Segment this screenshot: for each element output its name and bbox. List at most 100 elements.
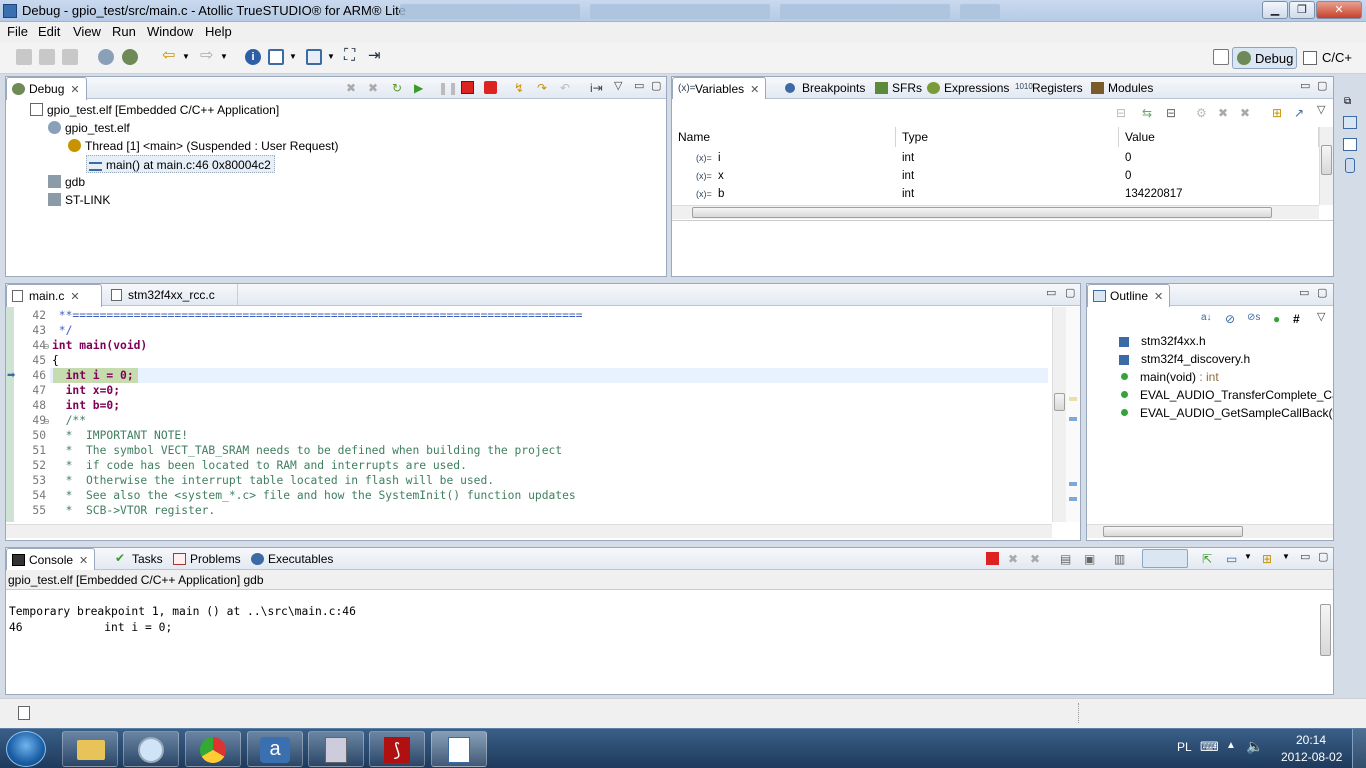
print-icon[interactable] xyxy=(62,49,78,65)
collapse-icon[interactable]: ⊟ xyxy=(1116,106,1129,120)
tree-item-gdb[interactable]: gdb xyxy=(48,173,85,191)
close-icon[interactable]: ✕ xyxy=(70,291,79,303)
tab-variables[interactable]: (x)= Variables ✕ xyxy=(672,77,767,100)
hide-defines-icon[interactable]: # xyxy=(1293,312,1306,326)
scroll-thumb[interactable] xyxy=(1103,526,1243,537)
variables-hscroll[interactable] xyxy=(672,205,1319,219)
tab-outline[interactable]: Outline ✕ xyxy=(1087,284,1171,307)
fold-icon[interactable]: ⊖ xyxy=(43,417,50,426)
outline-item[interactable]: stm32f4_discovery.h xyxy=(1119,350,1250,368)
resume-icon[interactable]: ▶ xyxy=(414,81,427,95)
tab-breakpoints[interactable]: Breakpoints xyxy=(780,77,871,99)
taskbar-explorer[interactable] xyxy=(62,731,118,767)
tab-sfrs[interactable]: SFRs xyxy=(870,77,928,99)
maximize-view-icon[interactable]: ▢ xyxy=(1317,286,1327,299)
clock-time[interactable]: 20:14 xyxy=(1296,733,1326,747)
detail-hscroll[interactable] xyxy=(672,262,1319,276)
tab-main-c[interactable]: main.c ✕ xyxy=(6,284,102,307)
table-icon[interactable] xyxy=(306,49,322,65)
show-console-toggle[interactable] xyxy=(1142,549,1188,568)
keyboard-icon[interactable]: ⌨ xyxy=(1200,739,1219,755)
overview-marker[interactable] xyxy=(1069,417,1077,421)
console-vscroll[interactable] xyxy=(1319,590,1333,678)
close-icon[interactable]: ✕ xyxy=(70,84,79,96)
editor-hscroll[interactable] xyxy=(6,524,1052,538)
tab-debug[interactable]: Debug ✕ xyxy=(6,77,87,100)
trim-view-icon[interactable] xyxy=(1343,138,1357,151)
start-button[interactable] xyxy=(6,731,46,767)
variables-vscroll[interactable] xyxy=(1319,127,1333,205)
minimize-view-icon[interactable]: ▭ xyxy=(1299,286,1309,299)
show-desktop-button[interactable] xyxy=(1352,729,1366,768)
taskbar-acrobat[interactable]: ⟆ xyxy=(369,731,425,767)
maximize-view-icon[interactable]: ▢ xyxy=(1065,286,1075,299)
menu-view[interactable]: View xyxy=(73,24,101,39)
pin-console-icon[interactable]: ⇱ xyxy=(1202,552,1215,566)
outline-item[interactable]: EVAL_AUDIO_GetSampleCallBack(vo xyxy=(1121,404,1333,422)
step-over-icon[interactable]: ↷ xyxy=(537,81,550,95)
suspend-icon[interactable]: ❚❚ xyxy=(438,81,458,95)
trim-view-icon[interactable] xyxy=(1345,158,1355,173)
minimize-view-icon[interactable]: ▭ xyxy=(1300,550,1310,563)
tree-item-thread[interactable]: Thread [1] <main> (Suspended : User Requ… xyxy=(68,137,338,155)
maximize-view-icon[interactable]: ▢ xyxy=(1317,79,1327,92)
outline-item[interactable]: stm32f4xx.h xyxy=(1119,332,1206,350)
column-type[interactable]: Type xyxy=(896,127,1119,147)
window-icon[interactable] xyxy=(268,49,284,65)
minimize-view-icon[interactable]: ▭ xyxy=(1300,79,1310,92)
open-perspective-icon[interactable] xyxy=(1213,49,1229,65)
clock-date[interactable]: 2012-08-02 xyxy=(1281,750,1342,764)
trim-view-icon[interactable] xyxy=(1343,116,1357,129)
language-indicator[interactable]: PL xyxy=(1177,740,1192,754)
restore-icon[interactable]: ⧉ xyxy=(1344,96,1351,107)
tree-item-elf[interactable]: gpio_test.elf xyxy=(48,119,130,137)
taskbar-atollic[interactable]: a xyxy=(247,731,303,767)
overview-ruler[interactable] xyxy=(1066,307,1080,522)
terminate-icon[interactable] xyxy=(461,81,474,94)
menu-window[interactable]: Window xyxy=(147,24,193,39)
scroll-lock-icon[interactable]: ▣ xyxy=(1084,552,1097,566)
tab-tasks[interactable]: ✔ Tasks xyxy=(110,548,169,570)
bug-icon[interactable] xyxy=(122,49,138,65)
terminate-icon[interactable] xyxy=(986,552,999,565)
collapse-all-icon[interactable]: ⊟ xyxy=(1166,106,1179,120)
perspective-debug-button[interactable]: Debug xyxy=(1232,47,1297,69)
step-into-icon[interactable]: ↯ xyxy=(514,81,527,95)
tree-item-stlink[interactable]: ST-LINK xyxy=(48,191,110,209)
save-all-icon[interactable] xyxy=(39,49,55,65)
chevron-down-icon[interactable]: ▼ xyxy=(1244,552,1257,565)
chevron-down-icon[interactable]: ▼ xyxy=(289,49,305,65)
view-menu-icon[interactable]: ▽ xyxy=(1317,103,1325,116)
volume-icon[interactable]: 🔈 xyxy=(1246,738,1263,755)
show-type-icon[interactable]: ⇆ xyxy=(1142,106,1155,120)
chevron-down-icon[interactable]: ▼ xyxy=(1282,552,1295,565)
sort-icon[interactable]: a↓ xyxy=(1201,312,1214,325)
editor-vscroll[interactable] xyxy=(1052,307,1066,522)
remove-all-icon[interactable]: ✖ xyxy=(1240,106,1253,120)
forward-arrow-icon[interactable]: ⇨ xyxy=(200,48,216,65)
maximize-button[interactable]: ❐ xyxy=(1289,1,1315,19)
perspective-cc-button[interactable]: C/C+ xyxy=(1300,47,1366,69)
taskbar-chrome[interactable] xyxy=(185,731,241,767)
instruction-step-icon[interactable]: i⇥ xyxy=(590,81,603,95)
close-icon[interactable]: ✕ xyxy=(1154,291,1163,303)
chevron-down-icon[interactable]: ▼ xyxy=(327,49,343,65)
chevron-down-icon[interactable]: ▼ xyxy=(220,49,236,65)
minimize-view-icon[interactable]: ▭ xyxy=(634,79,644,92)
tab-expressions[interactable]: Expressions xyxy=(922,77,1015,99)
overview-marker[interactable] xyxy=(1069,482,1077,486)
hide-nonpublic-icon[interactable]: ● xyxy=(1273,312,1286,326)
back-arrow-icon[interactable]: ⇦ xyxy=(162,48,178,65)
open-console-icon[interactable]: ⊞ xyxy=(1262,552,1275,566)
maximize-view-icon[interactable]: ▢ xyxy=(1318,550,1328,563)
minimize-view-icon[interactable]: ▭ xyxy=(1046,286,1056,299)
minimize-button[interactable]: ▁ xyxy=(1262,1,1288,19)
overview-marker[interactable] xyxy=(1069,397,1077,401)
scroll-thumb[interactable] xyxy=(692,207,1272,218)
outline-item[interactable]: main(void) : int xyxy=(1121,368,1219,386)
remove-terminated-icon[interactable]: ✖ xyxy=(346,81,359,95)
column-value[interactable]: Value xyxy=(1119,127,1319,147)
connect-icon[interactable]: ✖ xyxy=(368,81,381,95)
tab-console[interactable]: Console ✕ xyxy=(6,548,96,571)
taskbar-document[interactable] xyxy=(431,731,487,767)
